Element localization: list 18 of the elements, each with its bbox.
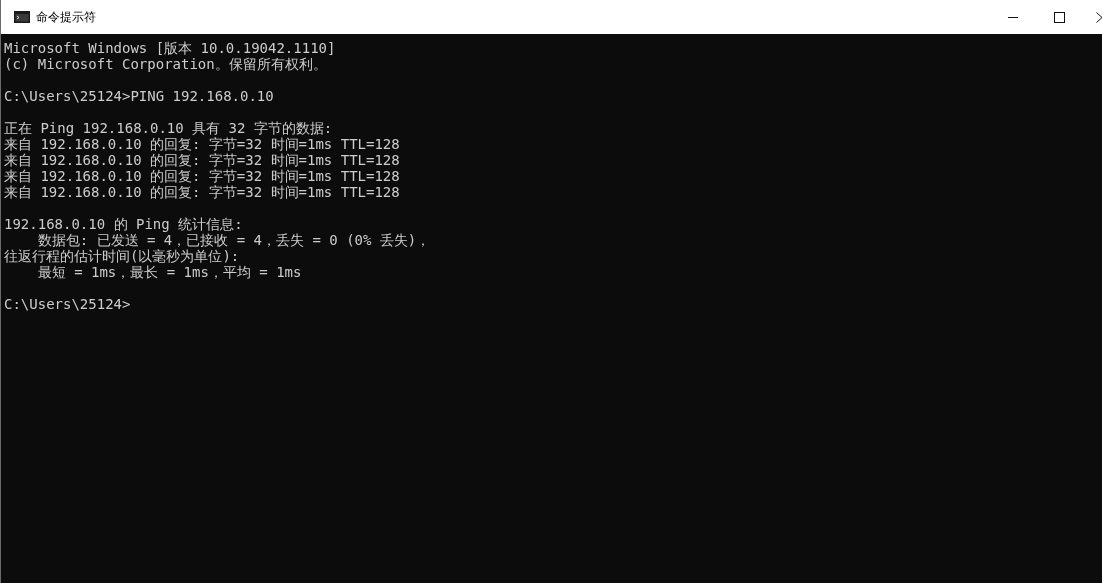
window-title: 命令提示符 xyxy=(36,9,96,26)
console-line: 最短 = 1ms，最长 = 1ms，平均 = 1ms xyxy=(36,264,302,280)
console-line: 来自 192.168.0.10 的回复: 字节=32 时间=1ms TTL=128 xyxy=(4,136,400,152)
console-line: 往返行程的估计时间(以毫秒为单位): xyxy=(4,248,240,264)
maximize-icon xyxy=(1053,11,1065,23)
console-line: 正在 Ping 192.168.0.10 具有 32 字节的数据: xyxy=(4,120,333,136)
console-line: 数据包: 已发送 = 4，已接收 = 4，丢失 = 0 (0% 丢失)， xyxy=(36,232,431,248)
minimize-icon xyxy=(1008,16,1018,18)
console-line: 192.168.0.10 的 Ping 统计信息: xyxy=(4,216,243,232)
console-line: (c) Microsoft Corporation。保留所有权利。 xyxy=(4,56,327,72)
console-line: C:\Users\25124> xyxy=(4,296,131,312)
console-line: 来自 192.168.0.10 的回复: 字节=32 时间=1ms TTL=128 xyxy=(4,152,400,168)
console-line: Microsoft Windows [版本 10.0.19042.1110] xyxy=(4,40,336,56)
console-app-icon xyxy=(14,11,30,23)
console-line: 来自 192.168.0.10 的回复: 字节=32 时间=1ms TTL=128 xyxy=(4,168,400,184)
console-line: 来自 192.168.0.10 的回复: 字节=32 时间=1ms TTL=128 xyxy=(4,184,400,200)
close-icon xyxy=(1096,11,1102,23)
console-line: C:\Users\25124>PING 192.168.0.10 xyxy=(4,88,274,104)
